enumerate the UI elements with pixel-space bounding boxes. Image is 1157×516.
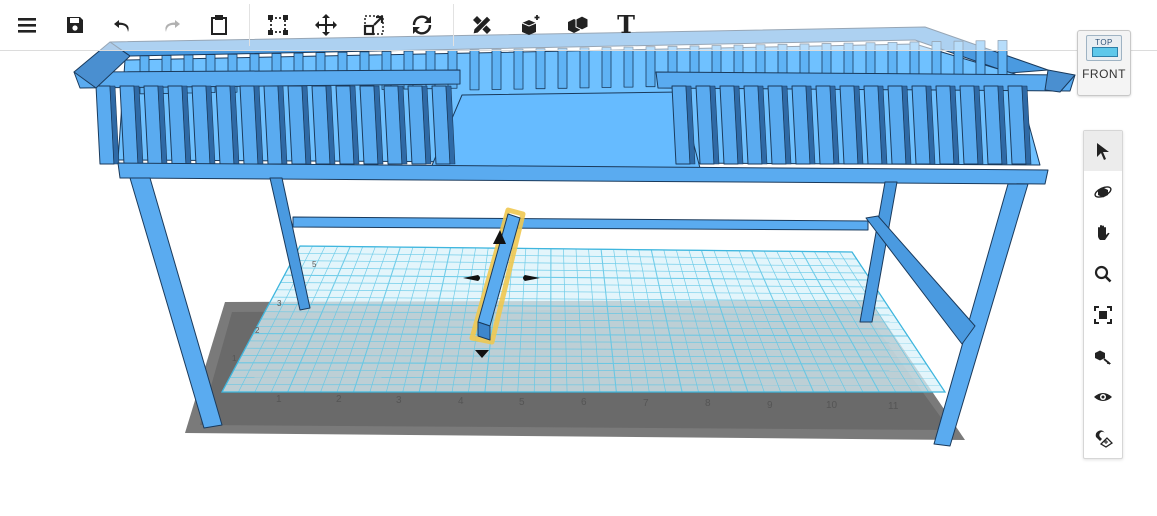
back-stretcher[interactable]	[292, 216, 869, 231]
redo-icon[interactable]	[154, 7, 188, 43]
menu-icon[interactable]	[10, 7, 44, 43]
add-shape-icon[interactable]	[513, 7, 547, 43]
view-tools-panel	[1083, 130, 1123, 459]
y-tick: 2	[255, 326, 260, 335]
x-tick: 8	[705, 398, 711, 409]
view-cube-top-face[interactable]: TOP	[1086, 35, 1122, 61]
boolean-shapes-icon[interactable]	[561, 7, 595, 43]
front-left-leg[interactable]	[129, 177, 223, 429]
baluster	[557, 47, 568, 89]
y-tick: 5	[312, 260, 317, 269]
x-tick: 1	[276, 394, 282, 405]
select-area-icon[interactable]	[261, 7, 295, 43]
baluster	[623, 46, 634, 88]
top-toolbar: T	[0, 0, 1157, 51]
x-tick: 9	[767, 400, 773, 411]
scale-icon[interactable]	[357, 7, 391, 43]
baluster	[579, 47, 590, 89]
baluster	[601, 47, 612, 88]
view-cube-top-label: TOP	[1095, 38, 1113, 47]
editor: 1 2 3 4 5 6 7 8 9 10 11 1 2 3 4 5	[0, 0, 1157, 516]
x-tick: 2	[336, 394, 342, 405]
workplane-icon[interactable]	[1084, 336, 1122, 376]
baluster	[535, 48, 546, 90]
select-arrow-icon[interactable]	[1084, 131, 1122, 171]
text-tool-label: T	[617, 10, 635, 39]
workplane-viewport[interactable]: 1 2 3 4 5 6 7 8 9 10 11 1 2 3 4 5	[0, 0, 1157, 516]
save-icon[interactable]	[58, 7, 92, 43]
move-icon[interactable]	[309, 7, 343, 43]
y-tick: 1	[232, 354, 237, 363]
view-cube[interactable]: TOP FRONT	[1077, 30, 1131, 96]
deck-platform[interactable]	[429, 91, 701, 171]
x-tick: 6	[581, 397, 587, 408]
ruler-pencil-icon[interactable]	[465, 7, 499, 43]
orbit-icon[interactable]	[1084, 172, 1122, 212]
visibility-eye-icon[interactable]	[1084, 377, 1122, 417]
baluster	[469, 49, 480, 91]
undo-icon[interactable]	[106, 7, 140, 43]
magnet-ruler-icon[interactable]	[1084, 418, 1122, 458]
x-tick: 7	[643, 398, 649, 409]
deck-front-beam[interactable]	[117, 162, 1049, 185]
rotate-icon[interactable]	[405, 7, 439, 43]
view-cube-front-label[interactable]: FRONT	[1078, 67, 1130, 81]
x-tick: 3	[396, 395, 402, 406]
baluster	[513, 48, 524, 90]
y-tick: 3	[277, 299, 282, 308]
pan-hand-icon[interactable]	[1084, 213, 1122, 253]
baluster	[645, 46, 656, 88]
baluster	[491, 49, 502, 90]
x-tick: 11	[888, 401, 899, 412]
fit-view-icon[interactable]	[1084, 295, 1122, 335]
zoom-icon[interactable]	[1084, 254, 1122, 294]
clipboard-icon[interactable]	[202, 7, 236, 43]
workplane-grid[interactable]	[220, 245, 947, 393]
x-tick: 10	[826, 400, 838, 411]
x-tick: 4	[458, 396, 464, 407]
x-tick: 5	[519, 397, 525, 408]
text-tool-icon[interactable]: T	[609, 7, 643, 43]
